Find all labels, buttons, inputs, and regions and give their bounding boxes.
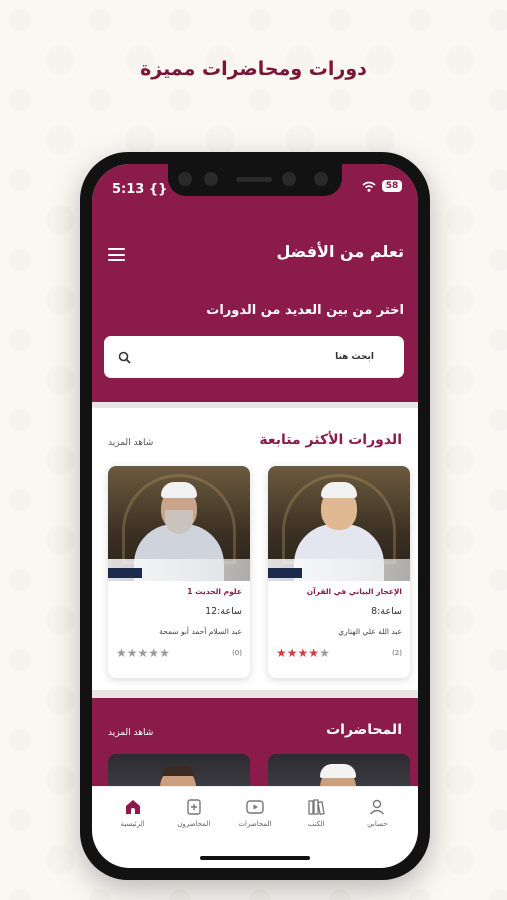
search-icon[interactable] (118, 351, 131, 364)
bottom-tab-bar: الرئيسية المحاضرون المحاضرات الكتب حسابي (92, 786, 418, 868)
camera-icon (178, 172, 192, 186)
see-more-link[interactable]: شاهد المزيد (108, 728, 153, 738)
see-more-link[interactable]: شاهد المزيد (108, 438, 153, 448)
section-title: الدورات الأكثر متابعة (259, 432, 402, 448)
tab-home[interactable]: الرئيسية (105, 791, 161, 868)
status-icons: 58 (362, 180, 402, 192)
home-indicator[interactable] (200, 856, 310, 860)
app-screen: 5:13 {} 58 تعلم من الأفضل اختر من بين ال… (92, 164, 418, 868)
star-icon: ★ (276, 646, 287, 660)
promo-title: دورات ومحاضرات مميزة (140, 58, 367, 80)
course-card[interactable]: الإعجاز البياني في القرآن ساعة:8 عبد الل… (268, 466, 410, 678)
course-name: علوم الحديث 1 (187, 587, 242, 596)
speaker-grille (236, 177, 272, 182)
camera-icon (314, 172, 328, 186)
course-teacher: عبد السلام أحمد أبو سمحة (159, 627, 242, 636)
section-title: المحاضرات (326, 722, 402, 738)
course-hours: ساعة:12 (205, 606, 242, 617)
star-icon: ★ (159, 646, 170, 660)
rating-count: (0) (232, 649, 242, 657)
menu-icon[interactable] (108, 248, 125, 261)
course-thumbnail (268, 466, 410, 581)
course-name: الإعجاز البياني في القرآن (306, 587, 402, 596)
star-icon: ★ (148, 646, 160, 660)
popular-courses-section: الدورات الأكثر متابعة شاهد المزيد الإعجا… (92, 408, 418, 690)
user-icon (370, 799, 385, 815)
phone-frame: 5:13 {} 58 تعلم من الأفضل اختر من بين ال… (80, 152, 430, 880)
books-icon (308, 799, 325, 816)
rating-stars: ★★★★★ (116, 646, 170, 660)
star-icon: ★ (137, 646, 149, 660)
sensor-icon (204, 172, 218, 186)
star-icon: ★ (308, 646, 320, 660)
header-subtitle: اختر من بين العديد من الدورات (206, 303, 404, 318)
course-thumbnail (108, 466, 250, 581)
star-icon: ★ (116, 646, 127, 660)
battery-icon: 58 (382, 180, 402, 192)
star-icon: ★ (126, 646, 138, 660)
course-hours: ساعة:8 (371, 606, 402, 617)
home-icon (125, 800, 140, 814)
phone-notch (168, 164, 342, 196)
status-time: 5:13 {} (112, 182, 168, 197)
lecturer-icon (187, 799, 201, 815)
app-title: تعلم من الأفضل (276, 242, 404, 261)
rating-stars: ★★★★★ (276, 646, 330, 660)
dev-icon: {} (148, 182, 168, 197)
course-card[interactable]: علوم الحديث 1 ساعة:12 عبد السلام أحمد أب… (108, 466, 250, 678)
tab-account[interactable]: حسابي (349, 791, 405, 868)
search-bar[interactable] (104, 336, 404, 378)
rating-count: (2) (392, 649, 402, 657)
sensor-icon (282, 172, 296, 186)
star-icon: ★ (319, 646, 330, 660)
wifi-icon (362, 181, 376, 192)
search-input[interactable] (174, 352, 374, 362)
course-teacher: عبد الله علي الهتاري (338, 627, 402, 636)
star-icon: ★ (286, 646, 298, 660)
star-icon: ★ (297, 646, 309, 660)
video-icon (246, 800, 264, 814)
